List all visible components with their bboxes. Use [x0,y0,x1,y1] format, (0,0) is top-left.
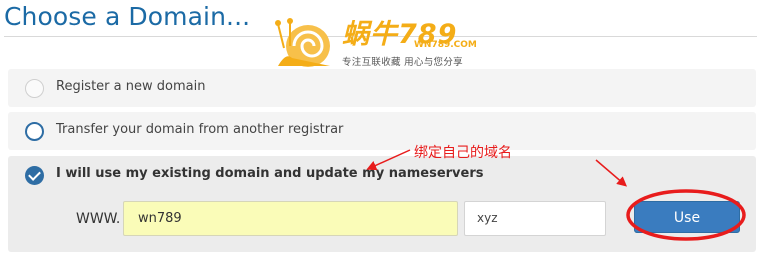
option-use-existing-domain[interactable]: I will use my existing domain and update… [8,156,756,252]
option-transfer-domain[interactable]: Transfer your domain from another regist… [8,112,756,150]
option-label: Transfer your domain from another regist… [56,122,344,137]
page-title: Choose a Domain... [4,2,251,31]
option-register-new-domain[interactable]: Register a new domain [8,69,756,107]
radio-unchecked-icon[interactable] [25,79,44,98]
www-prefix: WWW. [76,211,121,227]
tld-input[interactable]: xyz [464,201,606,236]
option-label: I will use my existing domain and update… [56,166,484,181]
page: Choose a Domain... 蜗牛789 WN789.COM 专注互联收… [0,0,757,271]
option-label: Register a new domain [56,79,206,94]
watermark-tagline: 专注互联收藏 用心与您分享 [342,57,463,68]
use-button[interactable]: Use [634,201,740,233]
annotation-text: 绑定自己的域名 [414,145,512,161]
domain-name-input[interactable]: wn789 [123,201,458,236]
radio-unchecked-icon[interactable] [25,122,44,141]
watermark-logo: 蜗牛789 WN789.COM 专注互联收藏 用心与您分享 [272,12,502,70]
watermark-domain: WN789.COM [414,40,477,50]
radio-checked-icon[interactable] [25,166,44,185]
snail-icon [275,18,330,67]
